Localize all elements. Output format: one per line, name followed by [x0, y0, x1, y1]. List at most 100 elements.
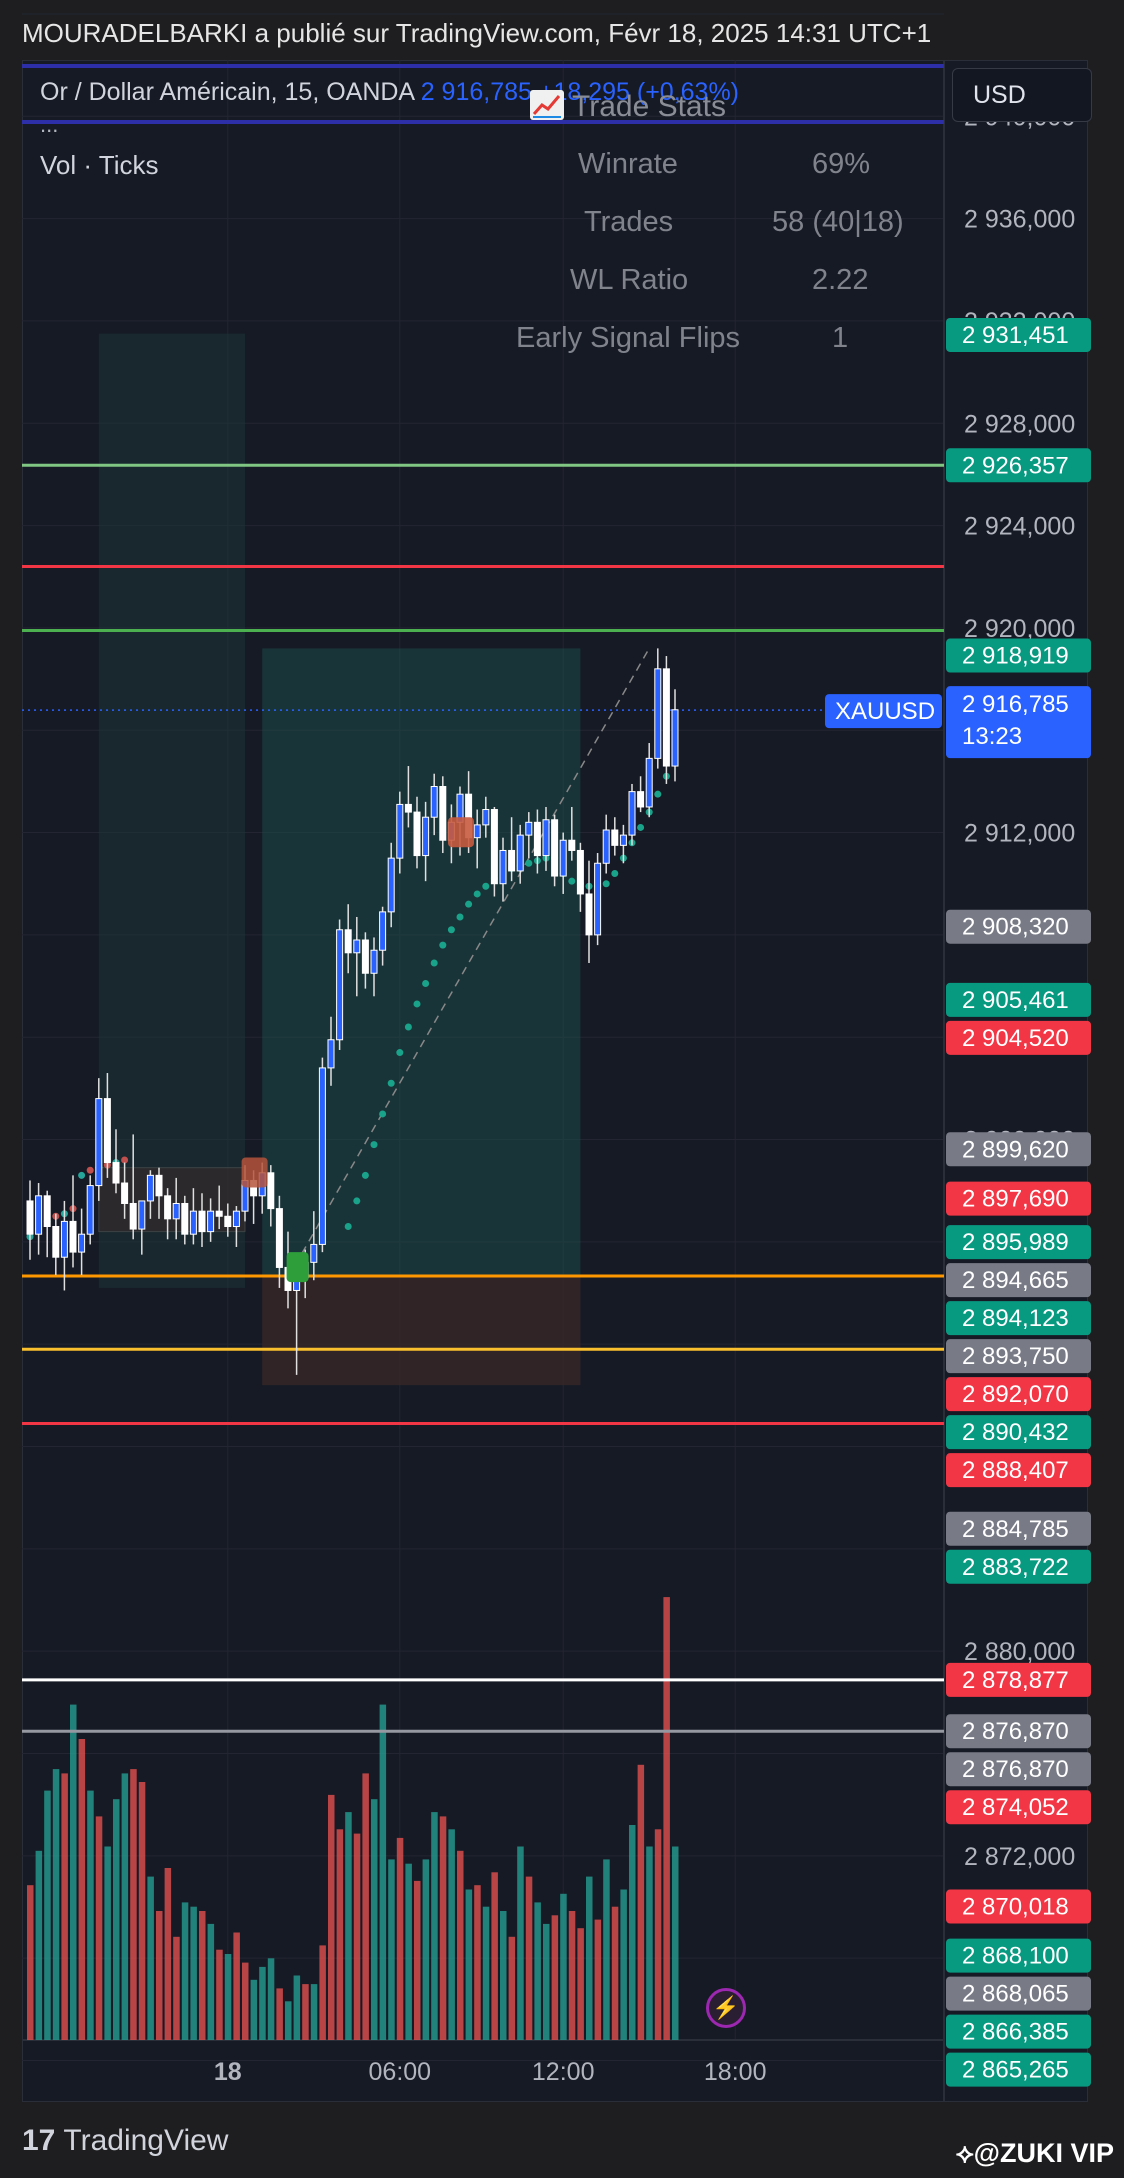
price-tag-label: 2 899,620 — [962, 1136, 1069, 1163]
volume-bar — [388, 1859, 395, 2040]
volume-bar — [302, 1984, 309, 2040]
volume-bar — [242, 1962, 249, 2040]
volume-bar — [362, 1773, 369, 2040]
volume-bar — [319, 1945, 326, 2040]
volume-bar — [78, 1739, 86, 2040]
price-tag-label: 2 931,451 — [962, 322, 1069, 349]
currency-button[interactable]: USD — [952, 68, 1092, 122]
symbol-tag-label: XAUUSD — [835, 698, 935, 725]
buy-signal-marker — [286, 1252, 309, 1283]
volume-bar — [379, 1704, 387, 2040]
candle-body — [516, 834, 524, 872]
candle-body — [103, 1098, 111, 1164]
candle-body — [232, 1210, 240, 1228]
price-tag-label: 2 904,520 — [962, 1025, 1069, 1052]
candle-body — [121, 1182, 129, 1204]
volume-bar — [560, 1893, 567, 2040]
stop-dot — [525, 859, 533, 867]
y-tick-label: 2 936,000 — [964, 206, 1075, 234]
countdown-label: 13:23 — [962, 723, 1022, 750]
volume-bar — [259, 1966, 266, 2040]
candle-body — [387, 857, 395, 913]
stop-dot — [447, 926, 455, 934]
volume-bar — [586, 1876, 593, 2040]
volume-bar — [568, 1911, 576, 2040]
volume-bar — [113, 1799, 120, 2040]
volume-bar — [646, 1846, 653, 2040]
stat-value-wl-ratio: 2.22 — [812, 264, 869, 296]
volume-bar — [207, 1923, 215, 2040]
volume-bar — [121, 1773, 129, 2040]
volume-bar — [310, 1984, 318, 2040]
stop-dot — [86, 1166, 94, 1174]
volume-legend[interactable]: Vol · Ticks — [40, 150, 158, 181]
volume-bar — [500, 1911, 507, 2040]
candle-body — [164, 1195, 172, 1220]
stop-dot — [602, 880, 610, 888]
tradingview-logo[interactable]: 17 TradingView — [22, 2124, 228, 2158]
volume-bar — [276, 1988, 283, 2040]
candle-body — [551, 819, 559, 877]
candle-body — [533, 821, 541, 857]
candle-body — [172, 1202, 180, 1220]
stop-dot — [361, 1171, 369, 1179]
volume-bar — [216, 1949, 223, 2040]
candle-body — [224, 1215, 232, 1228]
volume-bar — [525, 1876, 533, 2040]
candle-body — [86, 1185, 94, 1235]
candle-body — [129, 1202, 137, 1230]
candle-body — [336, 929, 344, 1041]
stop-dot — [379, 1110, 387, 1118]
candle-body — [413, 811, 421, 857]
x-tick-label: 18 — [214, 2058, 242, 2086]
volume-bar — [164, 1868, 172, 2040]
candle-body — [662, 668, 670, 767]
candle-body — [508, 849, 516, 872]
price-tag-label: 2 894,123 — [962, 1305, 1069, 1332]
price-tag-label: 2 894,665 — [962, 1267, 1069, 1294]
volume-bar — [603, 1859, 610, 2040]
stop-dot — [121, 1156, 129, 1164]
volume-bar — [345, 1812, 352, 2040]
volume-bar — [44, 1790, 51, 2040]
volume-bar — [637, 1764, 645, 2040]
stop-dot — [396, 1049, 404, 1057]
y-tick-label: 2 912,000 — [964, 820, 1075, 848]
x-axis[interactable]: 18 06:00 12:00 18:00 — [214, 2058, 767, 2086]
candle-body — [490, 809, 498, 885]
volume-bar — [611, 1906, 619, 2040]
y-tick-label: 2 928,000 — [964, 410, 1075, 438]
lightning-icon[interactable]: ⚡ — [706, 1988, 746, 2028]
volume-bar — [448, 1829, 455, 2040]
more-indicators[interactable]: ... — [40, 112, 58, 138]
price-tag-label: 2 926,357 — [962, 452, 1069, 479]
price-tag-label: 2 897,690 — [962, 1186, 1069, 1213]
header-top-line — [22, 64, 944, 68]
candle-body — [473, 824, 481, 839]
candle-body — [69, 1220, 77, 1253]
candle-body — [26, 1200, 34, 1235]
stop-dot — [465, 900, 473, 908]
x-tick-label: 12:00 — [532, 2058, 595, 2086]
volume-bar — [61, 1773, 68, 2040]
volume-bar — [181, 1902, 189, 2040]
price-tag-label: 2 868,065 — [962, 1981, 1069, 2008]
price-tag-label: 2 905,461 — [962, 987, 1069, 1014]
volume-bar — [663, 1597, 670, 2040]
candle-body — [181, 1202, 189, 1235]
volume-bar — [465, 1889, 473, 2040]
volume-bar — [371, 1799, 378, 2040]
volume-bar — [439, 1816, 447, 2040]
volume-bar — [534, 1902, 541, 2040]
price-tag-label: 2 892,070 — [962, 1381, 1069, 1408]
candle-body — [344, 929, 352, 954]
price-tag-label: 2 876,870 — [962, 1718, 1069, 1745]
volume-bar — [414, 1880, 421, 2040]
zone-early — [98, 333, 245, 1288]
symbol-price: 2 916,785 — [420, 78, 532, 106]
candle-body — [594, 862, 602, 936]
stop-dot — [387, 1079, 395, 1087]
stat-label-early-flips: Early Signal Flips — [516, 322, 741, 354]
stop-dot — [78, 1171, 86, 1179]
volume-bar — [482, 1906, 490, 2040]
